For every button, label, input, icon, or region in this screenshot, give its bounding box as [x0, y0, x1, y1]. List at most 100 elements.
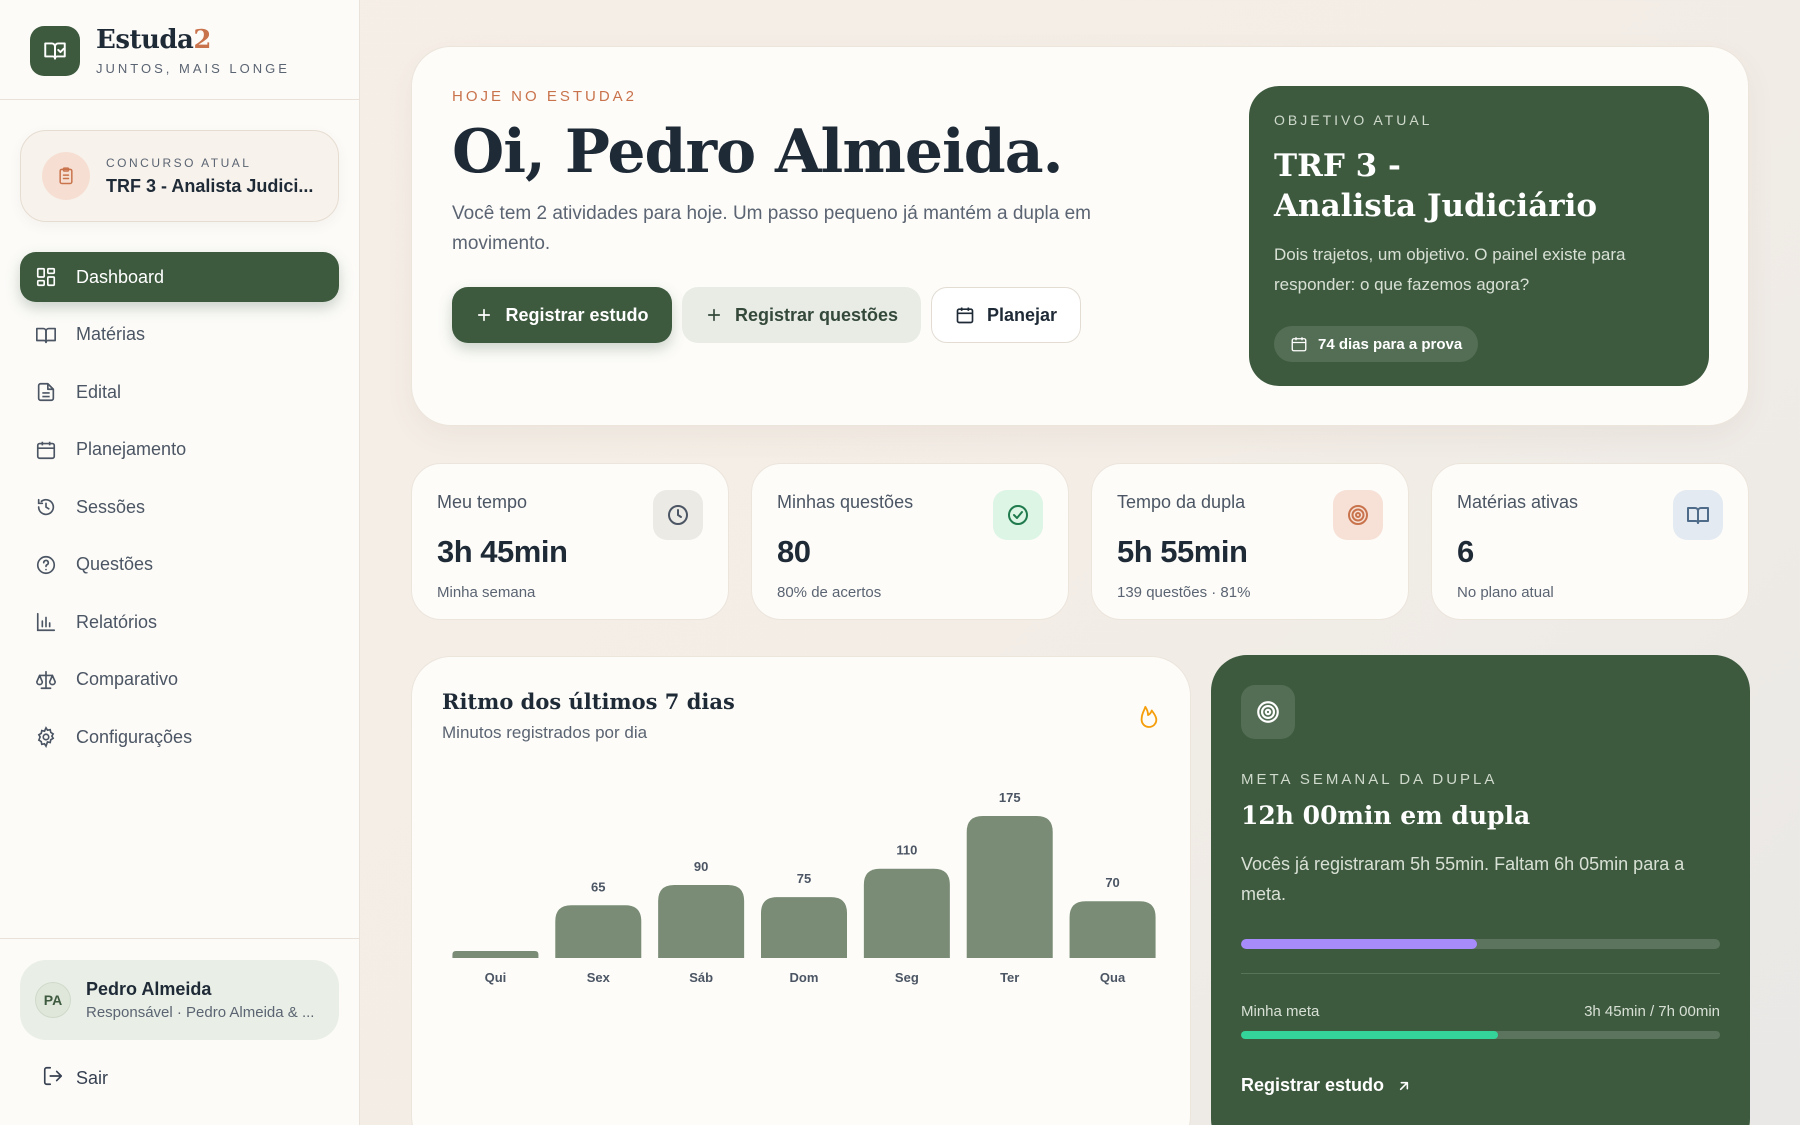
calendar-icon — [34, 438, 58, 462]
goal-title-line: Analista Judiciário — [1274, 188, 1598, 224]
brand-tagline: JUNTOS, MAIS LONGE — [96, 61, 290, 76]
bar-sáb[interactable] — [658, 884, 745, 958]
nav-label: Questões — [76, 554, 154, 574]
question-icon — [34, 553, 58, 577]
goal-description: Dois trajetos, um objetivo. O painel exi… — [1274, 245, 1626, 294]
nav-item-relatorios[interactable]: Relatórios — [20, 597, 339, 647]
x-tick-label: Sáb — [689, 970, 713, 985]
user-card[interactable]: PA Pedro Almeida Responsável · Pedro Alm… — [20, 960, 339, 1040]
stat-card-my-time: Meu tempo 3h 45min Minha semana — [411, 463, 729, 620]
calendar-icon — [955, 305, 975, 325]
hero-eyebrow: HOJE NO ESTUDA2 — [452, 88, 638, 105]
logout-button[interactable]: Sair — [42, 1065, 108, 1092]
nav-item-planejamento[interactable]: Planejamento — [20, 425, 339, 475]
nav-item-questoes[interactable]: Questões — [20, 540, 339, 590]
bar-sex[interactable] — [555, 905, 642, 958]
bar-dom[interactable] — [761, 897, 847, 958]
user-name: Pedro Almeida — [86, 979, 212, 999]
bar-qui[interactable] — [452, 951, 539, 958]
x-tick-label: Qui — [485, 970, 507, 985]
bar-chart: Qui 65 Sex 90 Sáb 75 Dom 110 Seg 175 Ter 70 Qua — [452, 790, 1156, 985]
sidebar: Estuda2 JUNTOS, MAIS LONGE CONCURSO ATUA… — [0, 0, 360, 1125]
clock-icon — [653, 490, 703, 540]
nav-item-dashboard[interactable]: Dashboard — [20, 252, 339, 302]
bar-value-label: 175 — [999, 790, 1021, 805]
weekly-label: META SEMANAL DA DUPLA — [1241, 771, 1498, 788]
bar-value-label: 65 — [591, 879, 605, 894]
link-label: Registrar estudo — [1241, 1075, 1385, 1095]
nav-item-configuracoes[interactable]: Configurações — [20, 712, 339, 762]
plus-icon — [475, 306, 493, 324]
weekly-goal-card: META SEMANAL DA DUPLA 12h 00min em dupla… — [1211, 655, 1750, 1125]
target-icon — [1241, 685, 1295, 739]
register-questions-button[interactable]: Registrar questões — [682, 287, 921, 343]
weekly-description: Vocês já registraram 5h 55min. Faltam 6h… — [1241, 854, 1685, 904]
main-nav: Dashboard Matérias Edital Planejamento S… — [20, 252, 339, 770]
brand-name: Estuda2 — [96, 25, 211, 55]
book-icon — [34, 323, 58, 347]
rhythm-chart-card: Ritmo dos últimos 7 dias Minutos registr… — [411, 656, 1191, 1125]
current-contest-card[interactable]: CONCURSO ATUAL TRF 3 - Analista Judici..… — [20, 130, 339, 222]
nav-label: Planejamento — [76, 439, 187, 459]
stat-sub: 139 questões · 81% — [1117, 584, 1251, 601]
timer-icon — [34, 495, 58, 519]
plus-icon — [705, 306, 723, 324]
bar-value-label: 70 — [1105, 875, 1119, 890]
stat-sub: Minha semana — [437, 584, 536, 601]
stat-card-active-subjects: Matérias ativas 6 No plano atual — [1431, 463, 1749, 620]
button-label: Registrar estudo — [505, 304, 649, 325]
document-icon — [34, 380, 58, 404]
brand[interactable]: Estuda2 JUNTOS, MAIS LONGE — [30, 25, 290, 76]
stat-sub: 80% de acertos — [777, 584, 882, 601]
goal-title-line: TRF 3 - — [1274, 148, 1401, 184]
bar-seg[interactable] — [863, 868, 950, 958]
button-label: Planejar — [986, 304, 1058, 325]
contest-value: TRF 3 - Analista Judici... — [106, 175, 314, 196]
nav-label: Sessões — [76, 496, 146, 517]
x-tick-label: Qua — [1100, 970, 1126, 985]
avatar: PA — [35, 982, 71, 1018]
bar-value-label: 110 — [896, 843, 917, 858]
my-progress-bar — [1241, 1031, 1720, 1039]
pair-progress-bar — [1241, 939, 1720, 949]
gear-icon — [34, 725, 58, 749]
x-tick-label: Dom — [790, 970, 819, 985]
check-circle-icon — [993, 490, 1043, 540]
my-goal-value: 3h 45min / 7h 00min — [1584, 1003, 1720, 1020]
nav-item-comparativo[interactable]: Comparativo — [20, 655, 339, 705]
user-role: Responsável · Pedro Almeida & ... — [86, 1004, 315, 1021]
pair-progress-fill — [1241, 939, 1478, 949]
arrow-up-right-icon — [1396, 1078, 1412, 1094]
grid-icon — [34, 265, 58, 289]
nav-label: Configurações — [76, 726, 193, 747]
stat-card-pair-time: Tempo da dupla 5h 55min 139 questões · 8… — [1091, 463, 1409, 620]
hero-actions: Registrar estudo Registrar questões Plan… — [452, 287, 1091, 343]
bar-ter[interactable] — [966, 816, 1053, 958]
register-study-button[interactable]: Registrar estudo — [452, 287, 672, 343]
nav-item-sessoes[interactable]: Sessões — [20, 482, 339, 532]
nav-label: Edital — [76, 381, 122, 402]
weekly-title: 12h 00min em dupla — [1241, 801, 1531, 830]
divider — [0, 99, 360, 100]
contest-label: CONCURSO ATUAL — [106, 155, 252, 170]
divider — [1241, 973, 1720, 974]
nav-label: Matérias — [76, 324, 146, 344]
hero-subtitle: Você tem 2 atividades para hoje. Um pass… — [452, 203, 1091, 254]
nav-item-edital[interactable]: Edital — [20, 367, 339, 417]
scale-icon — [34, 668, 58, 692]
weekly-register-study-link[interactable]: Registrar estudo — [1241, 1075, 1412, 1096]
clipboard-icon — [42, 152, 90, 200]
my-goal-label: Minha meta — [1241, 1003, 1320, 1020]
bar-value-label: 90 — [694, 859, 708, 874]
x-tick-label: Seg — [895, 970, 919, 985]
stat-sub: No plano atual — [1457, 584, 1554, 601]
x-tick-label: Ter — [1000, 970, 1019, 985]
bar-qua[interactable] — [1069, 901, 1156, 958]
logout-icon — [42, 1065, 64, 1092]
my-progress-fill — [1241, 1031, 1498, 1039]
nav-label: Dashboard — [76, 266, 165, 287]
plan-button[interactable]: Planejar — [931, 287, 1081, 343]
nav-item-materias[interactable]: Matérias — [20, 310, 339, 360]
brand-book-icon — [30, 25, 80, 76]
days-left-badge: 74 dias para a prova — [1274, 326, 1479, 362]
